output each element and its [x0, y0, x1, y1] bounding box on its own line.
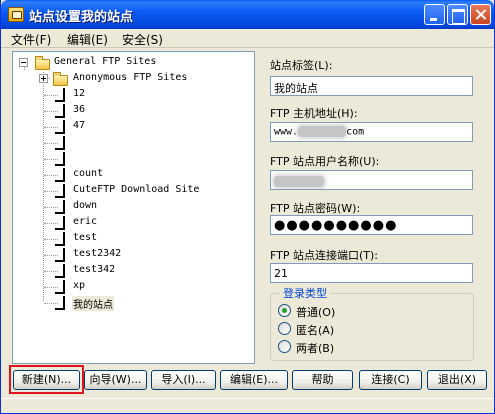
tree-item-label: CuteFTP Download Site [73, 184, 200, 195]
import-button[interactable]: 导入(I)... [151, 370, 216, 390]
site-icon [55, 104, 65, 118]
radio-icon[interactable] [278, 340, 291, 353]
minimize-button[interactable] [424, 4, 445, 25]
password-field[interactable]: ●●●●●●●●●● [270, 215, 473, 235]
port-label: FTP 站点连接端口(T): [270, 249, 378, 262]
help-button[interactable]: 帮助 [292, 370, 353, 390]
site-icon [55, 200, 65, 214]
site-tree[interactable]: General FTP Sites Anonymous FTP Sites 12… [12, 51, 255, 364]
host-suffix: com [346, 126, 365, 138]
tree-item-label: 12 [73, 88, 86, 99]
password-value: ●●●●●●●●●● [274, 218, 398, 233]
password-label: FTP 站点密码(W): [270, 202, 361, 215]
new-button[interactable]: 新建(N)... [13, 370, 80, 390]
tree-item-site[interactable]: test2342 [13, 247, 253, 263]
port-value: 21 [274, 267, 288, 280]
tree-item-site[interactable]: eric [13, 215, 253, 231]
menu-security[interactable]: 安全(S) [122, 31, 163, 48]
title-bar[interactable]: 站点设置我的站点 [1, 0, 494, 29]
redacted-username [274, 175, 324, 187]
tree-item-label: test [73, 232, 98, 243]
tree-item-site[interactable]: xp [13, 279, 253, 295]
site-icon [55, 184, 65, 198]
login-type-title: 登录类型 [280, 285, 330, 301]
tree-item-site[interactable]: test [13, 231, 253, 247]
host-prefix: www. [274, 126, 299, 138]
username-label: FTP 站点用户名称(U): [270, 155, 380, 168]
radio-label: 匿名(A) [296, 324, 335, 337]
site-icon [55, 136, 65, 150]
port-field[interactable]: 21 [270, 263, 473, 283]
tree-item-site-selected[interactable]: 我的站点 [13, 295, 253, 311]
tree-item-label: 47 [73, 120, 86, 131]
site-label-value: 我的站点 [274, 82, 318, 95]
username-field[interactable] [270, 170, 473, 190]
tree-item-site[interactable]: CuteFTP Download Site [13, 183, 253, 199]
folder-icon [53, 72, 68, 86]
tree-item-site[interactable]: 12 [13, 87, 253, 103]
wizard-button[interactable]: 向导(W)... [84, 370, 147, 390]
site-icon [55, 248, 65, 262]
site-icon [55, 152, 65, 166]
tree-item-anonymous[interactable]: Anonymous FTP Sites [13, 71, 253, 87]
site-icon [55, 88, 65, 102]
site-icon [55, 264, 65, 278]
tree-item-label: 我的站点 [72, 296, 114, 311]
host-address-label: FTP 主机地址(H): [270, 107, 358, 120]
tree-item-root[interactable]: General FTP Sites [13, 55, 253, 71]
radio-label: 普通(O) [296, 306, 336, 319]
tree-item-label: down [73, 200, 98, 211]
site-icon [55, 168, 65, 182]
tree-item-site[interactable] [13, 151, 253, 167]
site-icon [55, 120, 65, 134]
tree-item-site[interactable]: 36 [13, 103, 253, 119]
site-icon [55, 232, 65, 246]
connect-button[interactable]: 连接(C) [359, 370, 422, 390]
site-icon [55, 280, 65, 294]
divider [1, 398, 494, 399]
menu-edit[interactable]: 编辑(E) [67, 31, 108, 48]
radio-selected-icon[interactable] [278, 304, 291, 317]
tree-item-label: xp [73, 280, 86, 291]
tree-item-site[interactable]: 47 [13, 119, 253, 135]
tree-item-label: General FTP Sites [54, 56, 157, 67]
host-address-field[interactable]: www. com [270, 122, 473, 142]
expand-icon[interactable] [39, 74, 48, 83]
site-icon [55, 216, 65, 230]
tree-item-label: Anonymous FTP Sites [73, 72, 188, 83]
maximize-button[interactable] [447, 4, 468, 25]
tree-item-label: test2342 [73, 248, 122, 259]
menu-bar: 文件(F) 编辑(E) 安全(S) [1, 29, 494, 48]
folder-open-icon [35, 56, 50, 70]
close-button[interactable] [470, 4, 491, 25]
radio-label: 两者(B) [296, 342, 335, 355]
site-label-label: 站点标签(L): [270, 59, 333, 72]
tree-item-site[interactable]: count [13, 167, 253, 183]
site-manager-icon [8, 7, 24, 22]
tree-item-site[interactable]: down [13, 199, 253, 215]
edit-button[interactable]: 编辑(E)... [220, 370, 288, 390]
site-settings-window: 站点设置我的站点 文件(F) 编辑(E) 安全(S) General FTP S… [0, 0, 495, 414]
tree-item-site[interactable]: test342 [13, 263, 253, 279]
site-icon [55, 296, 65, 310]
tree-item-label: eric [73, 216, 98, 227]
site-label-field[interactable]: 我的站点 [270, 76, 473, 96]
tree-item-label: test342 [73, 264, 116, 275]
tree-item-label: count [73, 168, 104, 179]
radio-icon[interactable] [278, 322, 291, 335]
menu-file[interactable]: 文件(F) [11, 31, 51, 48]
redacted-host [298, 126, 347, 137]
collapse-icon[interactable] [19, 58, 28, 67]
window-title: 站点设置我的站点 [29, 10, 134, 25]
site-properties-panel: 站点标签(L): 我的站点 FTP 主机地址(H): www. com FTP 站… [262, 51, 484, 364]
tree-item-label: 36 [73, 104, 86, 115]
tree-item-site[interactable] [13, 135, 253, 151]
exit-button[interactable]: 退出(X) [427, 370, 487, 390]
